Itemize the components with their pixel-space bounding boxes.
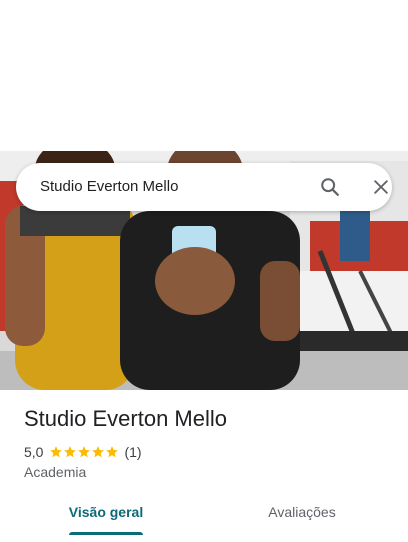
tab-overview[interactable]: Visão geral <box>68 496 144 536</box>
rating-value: 5,0 <box>24 444 44 460</box>
rating-stars <box>49 445 119 459</box>
place-details-page: Studio Everton Mello Studio Everton Mell… <box>0 0 408 542</box>
tab-bar: Visão geral Avaliações <box>0 496 408 542</box>
place-category: Academia <box>24 464 87 480</box>
search-input[interactable]: Studio Everton Mello <box>40 163 178 211</box>
rating-row[interactable]: 5,0 (1) <box>24 444 142 460</box>
star-icon <box>64 446 77 458</box>
review-count[interactable]: (1) <box>124 444 141 460</box>
place-title: Studio Everton Mello <box>24 406 227 431</box>
active-tab-indicator <box>69 532 143 535</box>
search-icon[interactable] <box>318 175 342 199</box>
star-icon <box>50 446 63 458</box>
star-icon <box>78 446 91 458</box>
close-icon[interactable] <box>369 175 393 199</box>
search-bar[interactable]: Studio Everton Mello <box>16 163 392 211</box>
star-icon <box>92 446 105 458</box>
star-icon <box>106 446 119 458</box>
tab-reviews[interactable]: Avaliações <box>262 496 342 536</box>
